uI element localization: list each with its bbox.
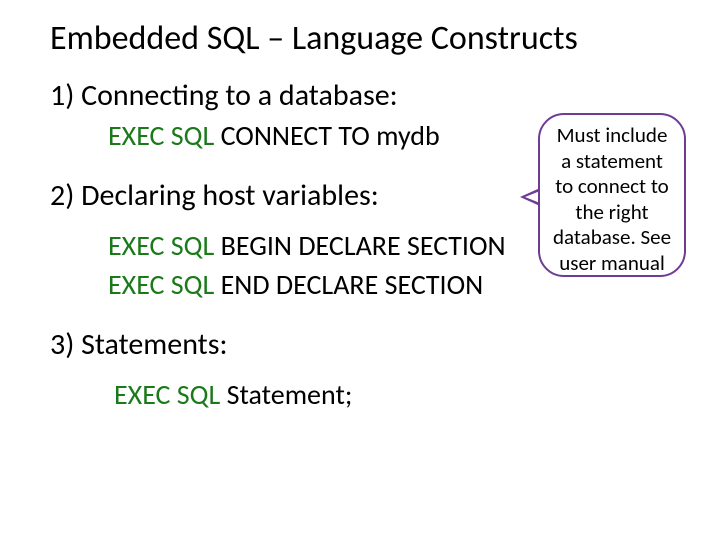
code-text: Statement;	[220, 377, 352, 412]
keyword: EXEC SQL	[108, 118, 214, 153]
code-text: CONNECT TO mydb	[214, 118, 439, 153]
keyword: EXEC SQL	[108, 267, 214, 302]
code-text: END DECLARE SECTION	[214, 267, 483, 302]
slide: Embedded SQL – Language Constructs 1) Co…	[0, 0, 720, 540]
section-3-heading: 3) Statements:	[50, 326, 680, 363]
callout-pointer-icon	[520, 188, 540, 206]
code-text: BEGIN DECLARE SECTION	[214, 228, 505, 263]
section-1-heading: 1) Connecting to a database:	[50, 77, 680, 114]
callout-box: Must include a statement to connect to t…	[538, 113, 686, 277]
keyword: EXEC SQL	[114, 377, 220, 412]
callout-text: Must include a statement to connect to t…	[553, 122, 671, 276]
keyword: EXEC SQL	[108, 228, 214, 263]
slide-title: Embedded SQL – Language Constructs	[50, 18, 680, 59]
section-3-code: EXEC SQL Statement;	[114, 377, 680, 412]
